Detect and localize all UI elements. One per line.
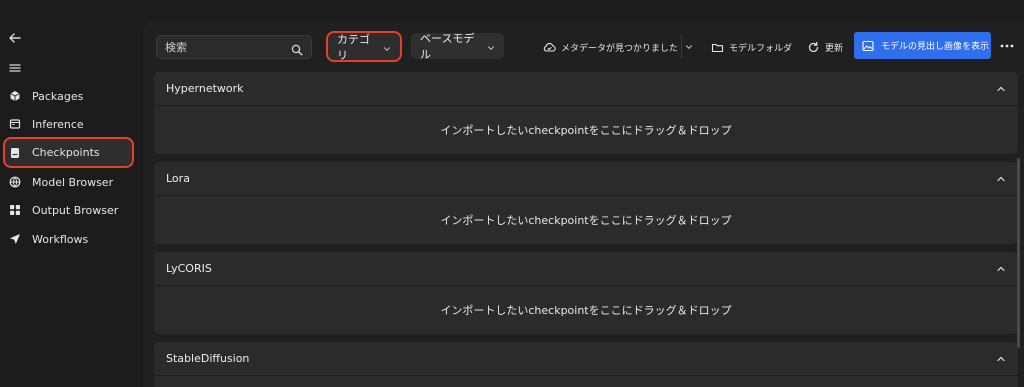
chevron-down-icon — [383, 43, 391, 51]
base-model-dropdown-label: ベースモデル — [420, 32, 475, 61]
category-dropdown[interactable]: カテゴリ — [326, 31, 402, 62]
sidebar-item-label: Checkpoints — [32, 146, 100, 159]
checkpoint-sections: Hypernetwork インポートしたいcheckpointをここにドラッグ＆… — [154, 72, 1018, 387]
drop-zone-text: インポートしたいcheckpointをここにドラッグ＆ドロップ — [440, 214, 732, 227]
workflows-icon — [8, 232, 22, 246]
inference-icon — [8, 117, 22, 131]
main-panel: カテゴリ ベースモデル メタデータが見つかりました — [143, 22, 1024, 387]
cloud-check-icon — [543, 41, 556, 54]
section-stablediffusion: StableDiffusion — [154, 342, 1018, 387]
section-header[interactable]: Hypernetwork — [154, 72, 1018, 106]
sidebar: Packages Inference Checkpoints Model Bro… — [0, 0, 143, 387]
search-icon[interactable] — [291, 41, 303, 56]
sidebar-item-label: Output Browser — [32, 203, 119, 217]
scrollbar[interactable] — [1017, 158, 1020, 348]
drop-zone[interactable] — [154, 376, 1018, 387]
sidebar-item-label: Packages — [32, 89, 84, 103]
app-window: Packages Inference Checkpoints Model Bro… — [0, 0, 1024, 387]
drop-zone[interactable]: インポートしたいcheckpointをここにドラッグ＆ドロップ — [154, 196, 1018, 244]
sidebar-item-label: Inference — [32, 117, 84, 131]
refresh-icon — [807, 41, 820, 54]
back-arrow-icon[interactable] — [8, 30, 22, 44]
checkpoints-icon — [8, 146, 22, 160]
search-box[interactable] — [156, 35, 312, 59]
chevron-up-icon[interactable] — [996, 174, 1006, 184]
model-browser-icon — [8, 175, 22, 189]
sidebar-item-output-browser[interactable]: Output Browser — [4, 196, 132, 224]
refresh-button[interactable]: 更新 — [807, 35, 843, 59]
show-preview-images-label: モデルの見出し画像を表示 — [881, 42, 990, 52]
section-title: LyCORIS — [166, 262, 212, 275]
more-options-icon[interactable] — [999, 38, 1015, 54]
folder-icon — [711, 41, 724, 54]
sidebar-item-label: Model Browser — [32, 175, 114, 189]
section-lycoris: LyCORIS インポートしたいcheckpointをここにドラッグ＆ドロップ — [154, 252, 1018, 334]
chevron-up-icon[interactable] — [996, 264, 1006, 274]
sidebar-item-workflows[interactable]: Workflows — [4, 225, 132, 253]
image-icon — [862, 40, 874, 52]
metadata-found-button[interactable]: メタデータが見つかりました — [543, 35, 678, 59]
drop-zone[interactable]: インポートしたいcheckpointをここにドラッグ＆ドロップ — [154, 286, 1018, 334]
section-title: StableDiffusion — [166, 352, 250, 365]
metadata-options-chevron-icon[interactable] — [681, 35, 695, 59]
section-header[interactable]: LyCORIS — [154, 252, 1018, 286]
model-folder-label: モデルフォルダ — [729, 43, 793, 54]
section-title: Hypernetwork — [166, 82, 244, 95]
base-model-dropdown[interactable]: ベースモデル — [411, 32, 504, 61]
section-lora: Lora インポートしたいcheckpointをここにドラッグ＆ドロップ — [154, 162, 1018, 244]
chevron-down-icon — [487, 42, 495, 51]
show-preview-images-button[interactable]: モデルの見出し画像を表示 — [854, 32, 991, 59]
output-browser-icon — [8, 203, 22, 217]
section-title: Lora — [166, 172, 190, 185]
section-hypernetwork: Hypernetwork インポートしたいcheckpointをここにドラッグ＆… — [154, 72, 1018, 154]
drop-zone-text: インポートしたいcheckpointをここにドラッグ＆ドロップ — [440, 124, 732, 137]
sidebar-item-packages[interactable]: Packages — [4, 82, 132, 110]
drop-zone-text: インポートしたいcheckpointをここにドラッグ＆ドロップ — [440, 304, 732, 317]
refresh-label: 更新 — [825, 43, 844, 54]
category-dropdown-label: カテゴリ — [337, 32, 370, 62]
sidebar-item-model-browser[interactable]: Model Browser — [4, 168, 132, 196]
model-folder-button[interactable]: モデルフォルダ — [711, 35, 792, 59]
drop-zone[interactable]: インポートしたいcheckpointをここにドラッグ＆ドロップ — [154, 106, 1018, 154]
toolbar: カテゴリ ベースモデル メタデータが見つかりました — [143, 22, 1024, 70]
package-icon — [8, 89, 22, 103]
hamburger-menu-icon[interactable] — [8, 60, 22, 74]
metadata-found-label: メタデータが見つかりました — [561, 43, 679, 54]
sidebar-item-label: Workflows — [32, 232, 89, 246]
sidebar-item-inference[interactable]: Inference — [4, 110, 132, 138]
section-header[interactable]: Lora — [154, 162, 1018, 196]
search-input[interactable] — [165, 40, 291, 54]
section-header[interactable]: StableDiffusion — [154, 342, 1018, 376]
sidebar-item-checkpoints[interactable]: Checkpoints — [3, 137, 134, 168]
chevron-up-icon[interactable] — [996, 354, 1006, 364]
chevron-up-icon[interactable] — [996, 84, 1006, 94]
